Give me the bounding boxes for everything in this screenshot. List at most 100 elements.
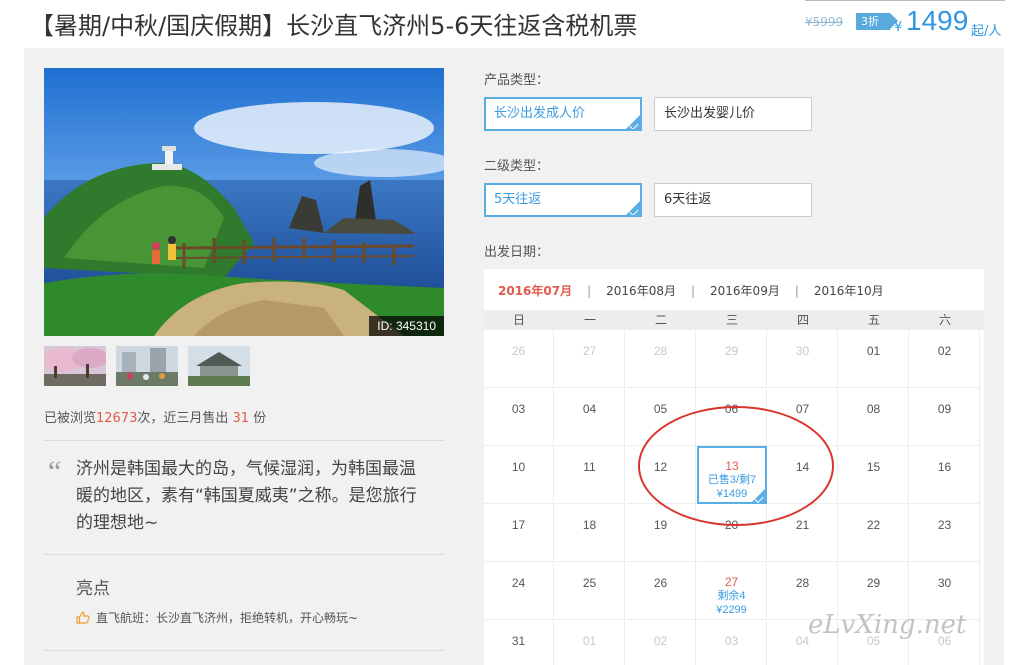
- weekday-label: 二: [654, 313, 667, 327]
- highlight-item: 直飞航班：长沙直飞济州，拒绝转机，开心畅玩~: [76, 609, 358, 627]
- original-price: ¥5999: [805, 15, 844, 29]
- day-number: 31: [511, 634, 526, 648]
- sub-type-label: 二级类型：: [484, 159, 550, 174]
- day-number: 14: [795, 460, 810, 474]
- day-number: 15: [866, 460, 881, 474]
- day-number: 29: [866, 576, 881, 590]
- calendar-day: 16: [910, 446, 980, 504]
- calendar-day-available[interactable]: 13 已售3/剩7 ¥1499: [697, 446, 767, 504]
- tab-month-2016-08[interactable]: 2016年08月: [606, 282, 676, 299]
- weekday-label: 五: [867, 313, 880, 327]
- day-number: 11: [583, 460, 596, 474]
- check-icon: [754, 493, 764, 504]
- calendar-day: 15: [839, 446, 909, 504]
- day-number: 27: [724, 575, 739, 589]
- thumbnail-3[interactable]: [188, 346, 250, 386]
- day-number: 26: [511, 344, 526, 358]
- discount-badge: 3折: [856, 13, 898, 30]
- highlight-text: 直飞航班：长沙直飞济州，拒绝转机，开心畅玩~: [96, 611, 359, 625]
- calendar-day: 20: [697, 504, 767, 562]
- calendar-day: 01: [839, 330, 909, 388]
- day-number: 21: [795, 518, 810, 532]
- current-price: 1499: [906, 5, 969, 36]
- thumbnail-1[interactable]: [44, 346, 106, 386]
- day-number: 16: [937, 460, 952, 474]
- divider: [44, 650, 444, 651]
- sold-suffix: 份: [249, 411, 267, 426]
- tab-month-2016-10[interactable]: 2016年10月: [814, 282, 884, 299]
- day-number: 20: [724, 518, 739, 532]
- day-number: 10: [511, 460, 526, 474]
- departure-calendar: 2016年07月 | 2016年08月 | 2016年09月 | 2016年10月 日 一 二 三…: [484, 269, 984, 665]
- currency-symbol: ¥: [894, 20, 903, 35]
- day-number: 19: [653, 518, 668, 532]
- option-adult-price[interactable]: 长沙出发成人价: [484, 97, 642, 131]
- calendar-day: 14: [768, 446, 838, 504]
- views-count: 12673: [96, 411, 138, 426]
- day-number: 25: [582, 576, 597, 590]
- day-number: 03: [724, 634, 739, 648]
- thumbnail-2[interactable]: [116, 346, 178, 386]
- check-icon: [629, 206, 639, 215]
- option-label: 6天往返: [664, 192, 712, 207]
- product-title: 【暑期/中秋/国庆假期】长沙直飞济州5-6天往返含税机票: [30, 12, 638, 40]
- view-sales-stats: 已被浏览12673次，近三月售出 31 份: [44, 407, 266, 426]
- option-infant-price[interactable]: 长沙出发婴儿价: [654, 97, 812, 131]
- product-type-label: 产品类型：: [484, 73, 550, 88]
- day-number: 01: [582, 634, 597, 648]
- option-6-day-trip[interactable]: 6天往返: [654, 183, 812, 217]
- views-middle: 次，近三月售出: [137, 411, 233, 426]
- divider: [44, 554, 444, 555]
- option-5-day-trip[interactable]: 5天往返: [484, 183, 642, 217]
- calendar-day: 02: [910, 330, 980, 388]
- month-separator: |: [794, 284, 799, 298]
- calendar-day: 31: [484, 620, 554, 665]
- option-label: 5天往返: [494, 192, 542, 207]
- page-header: 【暑期/中秋/国庆假期】长沙直飞济州5-6天往返含税机票 ¥5999 3折 ¥ …: [0, 0, 1018, 48]
- day-number: 23: [937, 518, 952, 532]
- weekday-header: 日一二三四五六: [484, 310, 984, 330]
- calendar-day: 23: [910, 504, 980, 562]
- day-number: 26: [653, 576, 668, 590]
- day-number: 12: [653, 460, 668, 474]
- thumbs-up-icon: [76, 611, 90, 627]
- option-label: 长沙出发婴儿价: [664, 106, 756, 121]
- day-number: 05: [653, 402, 668, 416]
- day-number: 08: [866, 402, 881, 416]
- calendar-day: 22: [839, 504, 909, 562]
- day-number: 22: [866, 518, 881, 532]
- calendar-day: 19: [626, 504, 696, 562]
- calendar-day: 26: [626, 562, 696, 620]
- calendar-day: 24: [484, 562, 554, 620]
- tab-month-2016-07[interactable]: 2016年07月: [498, 282, 572, 299]
- calendar-day: 18: [555, 504, 625, 562]
- calendar-day: 03: [484, 388, 554, 446]
- option-label: 长沙出发成人价: [494, 106, 586, 121]
- weekday-label: 六: [938, 313, 951, 327]
- day-number: 30: [795, 344, 810, 358]
- day-number: 04: [582, 402, 597, 416]
- day-number: 28: [795, 576, 810, 590]
- main-product-photo[interactable]: ID: 345310: [44, 68, 444, 336]
- day-number: 17: [511, 518, 526, 532]
- seat-availability: 已售3/剩7: [707, 474, 757, 486]
- day-number: 24: [511, 576, 526, 590]
- tab-month-2016-09[interactable]: 2016年09月: [710, 282, 780, 299]
- header-rule: [805, 0, 1005, 3]
- day-number: 01: [866, 344, 881, 358]
- calendar-day: 03: [697, 620, 767, 665]
- calendar-day: 11: [555, 446, 625, 504]
- calendar-day: 27: [555, 330, 625, 388]
- calendar-day-available[interactable]: 27 剩余4 ¥2299: [697, 562, 767, 620]
- calendar-day: 12: [626, 446, 696, 504]
- image-id-label: ID: 345310: [369, 316, 444, 336]
- day-number: 07: [795, 402, 810, 416]
- day-number: 02: [937, 344, 952, 358]
- calendar-day: 17: [484, 504, 554, 562]
- sold-count: 31: [232, 411, 250, 426]
- calendar-day: 26: [484, 330, 554, 388]
- day-number: 27: [582, 344, 597, 358]
- price-unit: 起/人: [971, 24, 1002, 39]
- calendar-day: 02: [626, 620, 696, 665]
- check-icon: [629, 120, 639, 129]
